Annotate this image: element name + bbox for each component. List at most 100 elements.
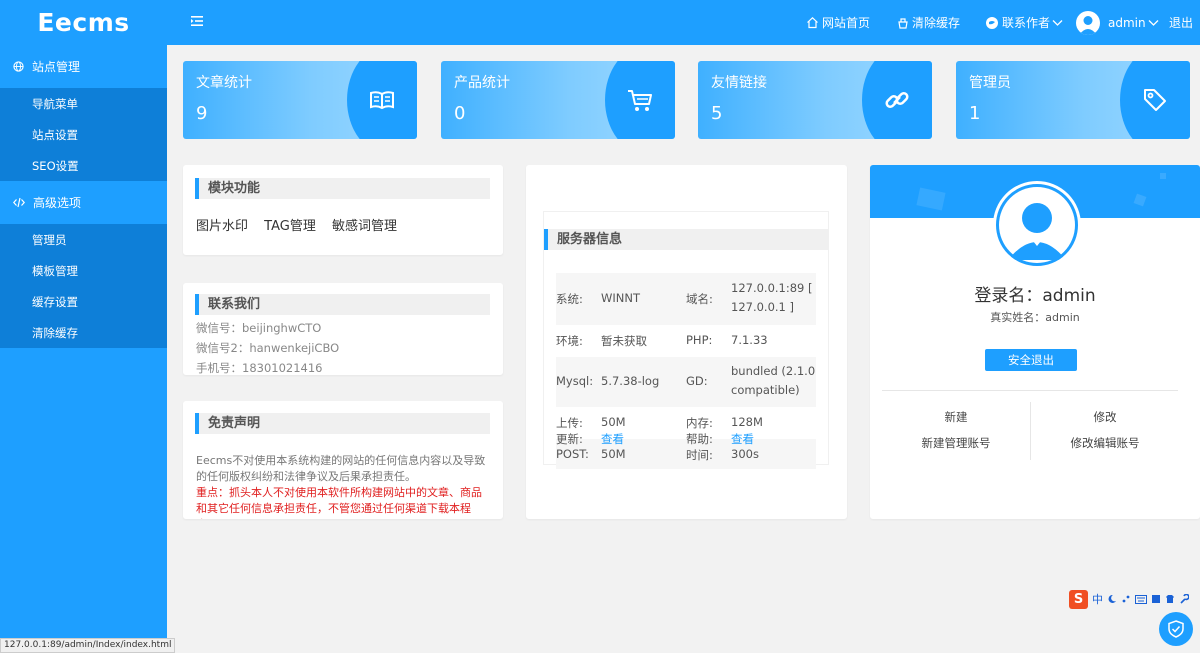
sidebar-group-advanced[interactable]: 高级选项 [0,181,167,224]
ime-mode: 中 [1092,593,1103,606]
stat-title: 友情链接 [711,75,767,91]
tag-icon [1144,89,1166,111]
server-key: 帮助: [686,432,713,446]
contact-wechat: 微信号：beijinghwCTO [196,321,322,335]
sidebar-item-site-settings[interactable]: 站点设置 [0,119,167,150]
clear-cache-link[interactable]: 清除缓存 [897,0,960,45]
broom-icon [898,17,908,29]
shield-check-icon [1168,620,1184,638]
disclaimer-body: Eecms不对使用本系统构建的网站的任何信息内容以及导致的任何版权纠纷和法律争议… [196,454,486,483]
panel-title: 模块功能 [195,178,490,199]
new-subtitle: 新建管理账号 [921,436,991,450]
server-key: GD: [686,374,708,388]
sidebar-group-site[interactable]: 站点管理 [0,45,167,88]
code-icon [13,197,25,208]
server-row: 更新: 查看 帮助: 查看 [556,427,816,447]
server-value: 50M [601,447,626,461]
divider [882,390,1178,391]
menu-toggle-icon[interactable] [190,14,204,28]
site-home-link[interactable]: 网站首页 [806,0,870,45]
sidebar-item-nav-menu[interactable]: 导航菜单 [0,88,167,119]
wrench-icon [1180,594,1189,604]
sidebar-group-label: 高级选项 [33,196,82,210]
stat-value: 1 [969,103,981,124]
user-menu[interactable]: admin [1076,0,1162,45]
module-panel: 模块功能 图片水印 TAG管理 敏感词管理 [183,165,503,255]
punctuation-icon [1122,595,1130,603]
app-logo[interactable]: Eecms [0,0,167,45]
user-name: admin [1108,15,1146,30]
server-value: WINNT [601,291,640,305]
logout-link[interactable]: 退出 [1169,0,1193,45]
sidebar-item-cache-settings[interactable]: 缓存设置 [0,286,167,317]
link-icon [885,91,909,109]
sidebar-submenu-site: 导航菜单 站点设置 SEO设置 [0,88,167,181]
server-row: 环境: 暂未获取 PHP: 7.1.33 [556,325,816,357]
edit-admin-action[interactable]: 修改 修改编辑账号 [1030,409,1180,461]
sidebar-item-seo-settings[interactable]: SEO设置 [0,150,167,181]
stat-card-links[interactable]: 友情链接 5 [698,61,932,139]
help-link[interactable]: 查看 [731,431,754,447]
server-row: 系统: WINNT 域名: 127.0.0.1:89 [ 127.0.0.1 ] [556,273,816,325]
site-home-label: 网站首页 [822,16,871,30]
stat-title: 产品统计 [454,75,510,91]
stat-title: 管理员 [969,75,1011,91]
keyboard-icon [1135,594,1147,604]
stat-card-admins[interactable]: 管理员 1 [956,61,1190,139]
disclaimer-panel: 免责声明 Eecms不对使用本系统构建的网站的任何信息内容以及导致的任何版权纠纷… [183,401,503,519]
home-icon [807,16,818,29]
server-value: 暂未获取 [601,334,647,348]
server-key: 环境: [556,334,583,348]
shirt-icon [1166,595,1174,603]
server-key: 时间: [686,448,713,462]
disclaimer-warning: 重点：抓头本人不对使用本软件所构建网站中的文章、商品和其它任何信息承担责任，不管… [196,486,482,519]
edit-title: 修改 [1093,410,1117,424]
skin-icon [1152,595,1160,603]
profile-avatar [993,181,1081,269]
sidebar-item-templates[interactable]: 模板管理 [0,255,167,286]
ime-toolbar[interactable]: S 中 [1069,589,1200,609]
sidebar-submenu-advanced: 管理员 模板管理 缓存设置 清除缓存 [0,224,167,348]
panel-title: 联系我们 [195,294,490,315]
server-key: PHP: [686,333,713,347]
server-info-panel: 服务器信息 系统: WINNT 域名: 127.0.0.1:89 [ 127.0… [526,165,847,519]
float-shield-button[interactable] [1159,612,1193,646]
stat-card-articles[interactable]: 文章统计 9 [183,61,417,139]
server-row: Mysql: 5.7.38-log GD: bundled (2.1.0 com… [556,357,816,407]
sidebar: 站点管理 导航菜单 站点设置 SEO设置 高级选项 管理员 模板管理 缓存设置 … [0,45,167,653]
stat-value: 5 [711,103,723,124]
sidebar-item-clear-cache[interactable]: 清除缓存 [0,317,167,348]
server-value: 7.1.33 [731,333,768,347]
contact-author-menu[interactable]: 联系作者 [985,0,1066,45]
server-key: POST: [556,447,589,461]
server-value: 5.7.38-log [601,374,660,388]
new-admin-action[interactable]: 新建 新建管理账号 [881,409,1031,461]
module-link-watermark[interactable]: 图片水印 [196,219,248,234]
panel-title: 免责声明 [195,413,490,434]
server-key: Mysql: [556,374,594,388]
login-name: 登录名：admin [974,286,1096,306]
module-link-sensitive-words[interactable]: 敏感词管理 [332,219,397,234]
sogou-logo-icon: S [1069,589,1088,609]
sidebar-item-admins[interactable]: 管理员 [0,224,167,255]
user-avatar [1076,10,1100,35]
module-links: 图片水印 TAG管理 敏感词管理 [196,215,409,234]
server-value: compatible) [731,383,800,397]
module-link-tag[interactable]: TAG管理 [264,219,316,234]
update-check-link[interactable]: 查看 [601,431,624,447]
new-title: 新建 [944,410,968,424]
chevron-down-icon [1148,19,1159,26]
contact-author-label: 联系作者 [1002,16,1051,30]
server-key: 域名: [686,292,713,306]
clear-cache-label: 清除缓存 [912,16,961,30]
safe-logout-button[interactable]: 安全退出 [985,349,1077,371]
stat-value: 9 [196,103,208,124]
server-key: 系统: [556,292,583,306]
moon-icon [1108,594,1116,603]
top-header: Eecms 网站首页 清除缓存 联系作者 admin 退出 [0,0,1200,45]
profile-panel: 登录名：admin 真实姓名：admin 安全退出 新建 新建管理账号 修改 修… [870,165,1200,519]
stat-card-products[interactable]: 产品统计 0 [441,61,675,139]
real-name: 真实姓名：admin [990,311,1080,324]
chevron-down-icon [1052,19,1063,26]
stat-title: 文章统计 [196,75,252,91]
